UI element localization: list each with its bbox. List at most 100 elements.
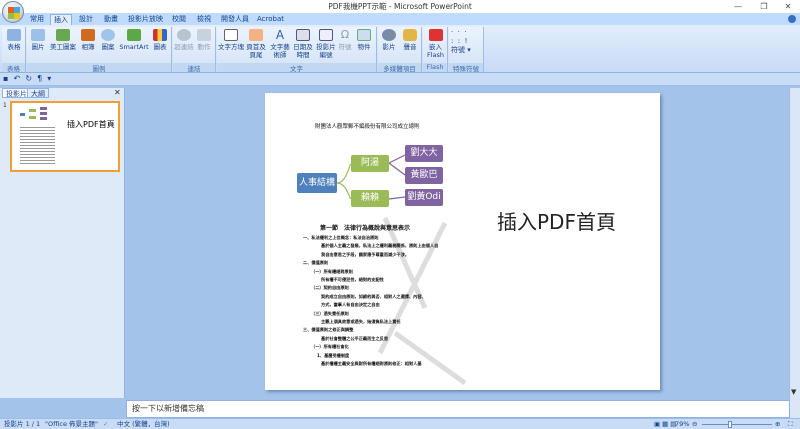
window-title: PDF我機PPT示範 - Microsoft PowerPoint [328,2,472,11]
action-button[interactable]: 動作 [195,29,213,51]
tab-view[interactable]: 檢視 [194,14,214,25]
group-links: 超連結 動作 連結 [173,27,216,73]
object-button[interactable]: 物件 [355,29,373,51]
spellcheck-icon[interactable]: ✓ [103,419,108,429]
tab-developer[interactable]: 開發人員 [218,14,252,25]
notes-placeholder: 按一下以新增備忘稿 [132,404,204,413]
calendar-icon [296,29,310,41]
symbol-button[interactable]: Ω 符號 [337,28,353,52]
document-line: （一）所有權絕對原則 [311,268,353,274]
symbols-dropdown[interactable]: · · ·: : ! 符號 ▾ [451,28,482,55]
group-media: 影片 聲音 多媒體項目 [378,27,422,73]
document-line: 主觀上須具故意或過失，始須負私法上責任 [321,319,401,324]
tab-review[interactable]: 校閱 [169,14,189,25]
zoom-level[interactable]: 79% [675,419,689,429]
fit-window-icon[interactable]: ⛶ [788,419,793,429]
document-line: 基於個人主義之發展，私法上之權利義務關係，原則上由個人自 [321,243,439,249]
album-button[interactable]: 相簿 [79,29,97,51]
globe-icon [177,29,191,41]
document-line: 方式，當事人有自由決定之自由 [321,302,380,308]
picture-button[interactable]: 圖片 [30,29,46,51]
document-line: 三、價值原則之修正與調整 [303,327,354,333]
theme-name: "Office 佈景主題" [45,420,99,428]
document-line: （三）過失責任原則 [311,310,349,316]
document-line: 二、價值原則 [303,260,329,266]
org-node-leaf: 劉黃Odi [405,189,443,206]
group-flash: 嵌入 Flash Flash [423,27,448,72]
hyperlink-button[interactable]: 超連結 [174,29,194,51]
object-icon [357,29,371,41]
org-node-mid: 阿湯 [351,155,389,172]
textbox-button[interactable]: 文字方塊 [218,29,244,51]
slide-main-text[interactable]: 插入PDF首頁 [497,206,616,235]
zoom-in-icon[interactable]: ⊕ [775,419,780,429]
slide-number-icon [319,29,333,41]
redo-icon[interactable]: ↻ [25,74,32,83]
embed-flash-button[interactable]: 嵌入 Flash [424,29,447,59]
zoom-out-icon[interactable]: ⊖ [692,419,697,429]
chart-button[interactable]: 圖表 [151,29,169,51]
sound-button[interactable]: 聲音 [400,29,420,51]
customize-dropdown-icon[interactable]: ▾ [47,74,51,83]
flash-icon [428,29,443,41]
tab-insert[interactable]: 插入 [50,14,72,25]
tab-acrobat[interactable]: Acrobat [254,14,287,25]
shapes-button[interactable]: 圖案 [99,29,117,51]
datetime-button[interactable]: 日期及時間 [293,29,313,59]
group-label: 文字 [217,63,376,73]
spell-icon[interactable]: ¶ [37,74,42,83]
restore-button[interactable]: ❐ [752,0,776,13]
document-line: 基於社會整體之公平正義而生之反思 [321,335,389,341]
tab-home[interactable]: 常用 [27,14,47,25]
tab-design[interactable]: 設計 [76,14,96,25]
scroll-down-icon[interactable]: ▼ [791,388,799,396]
title-bar: PDF我機PPT示範 - Microsoft PowerPoint [0,0,800,13]
zoom-slider[interactable] [702,424,772,425]
action-icon [197,29,211,41]
minimize-button[interactable]: — [726,0,750,13]
notes-field[interactable]: 按一下以新增備忘稿 [126,400,790,418]
org-node-mid: 賴賴 [351,190,389,207]
tab-slideshow[interactable]: 投影片放映 [125,14,166,25]
smartart-icon [127,29,141,41]
album-icon [81,29,95,41]
office-button[interactable] [2,1,24,23]
header-footer-icon [249,29,263,41]
tab-animation[interactable]: 動畫 [101,14,121,25]
help-icon[interactable] [788,15,796,23]
slide-thumbnail[interactable]: 插入PDF首頁 [10,101,120,172]
org-node-root: 人事結構 [297,173,337,193]
group-label: 特殊符號 [449,63,483,73]
ribbon: 表格 表格 圖片 美工圖案 相簿 圖案 SmartArt 圖表 圖例 超連結 動… [0,25,800,73]
clipart-button[interactable]: 美工圖案 [49,29,77,51]
section-title: 第一節 法律行為概說與意思表示 [320,225,411,232]
textbox-icon [224,29,238,41]
table-button[interactable]: 表格 [5,29,23,51]
omega-icon: Ω [340,28,350,41]
smartart-button[interactable]: SmartArt [119,29,149,51]
slide-number-button[interactable]: 投影片編號 [315,29,337,59]
language-indicator[interactable]: 中文 (繁體，台灣) [117,419,170,429]
office-logo-icon [8,7,14,13]
tab-outline[interactable]: 大綱 [27,88,49,98]
header-footer-button[interactable]: 頁首及頁尾 [245,29,267,59]
group-label: 圖例 [27,63,171,73]
document-line: 基於權權主義安全與財所有權絕對原則修正：相對人基 [321,361,422,366]
undo-icon[interactable]: ↶ [14,74,21,83]
group-table: 表格 表格 [2,27,26,73]
group-label: Flash [423,63,447,72]
group-text: 文字方塊 頁首及頁尾 A 文字藝術師 日期及時間 投影片編號 Ω 符號 物件 文字 [217,27,377,73]
status-bar: 投影片 1 / 1 "Office 佈景主題" ✓ 中文 (繁體，台灣) ▣▦▤… [0,418,800,429]
clipart-icon [56,29,70,41]
org-node-leaf: 黃歐巴 [405,167,443,184]
movie-button[interactable]: 影片 [379,29,399,51]
vertical-scrollbar[interactable]: ▼ [789,88,800,418]
close-pane-icon[interactable]: ✕ [114,88,121,97]
close-button[interactable]: ✕ [776,0,800,13]
shapes-icon [101,29,115,41]
save-icon[interactable]: ▪ [3,74,8,83]
wordart-button[interactable]: A 文字藝術師 [269,29,291,59]
document-line: 1、基層受權制度 [317,352,350,358]
slide[interactable]: 財團法人觀眾郵不編殺份有限公司成立總則 人事結構 阿湯 賴賴 劉大大 黃歐巴 劉… [265,93,660,390]
zoom-slider-thumb[interactable] [728,421,732,428]
